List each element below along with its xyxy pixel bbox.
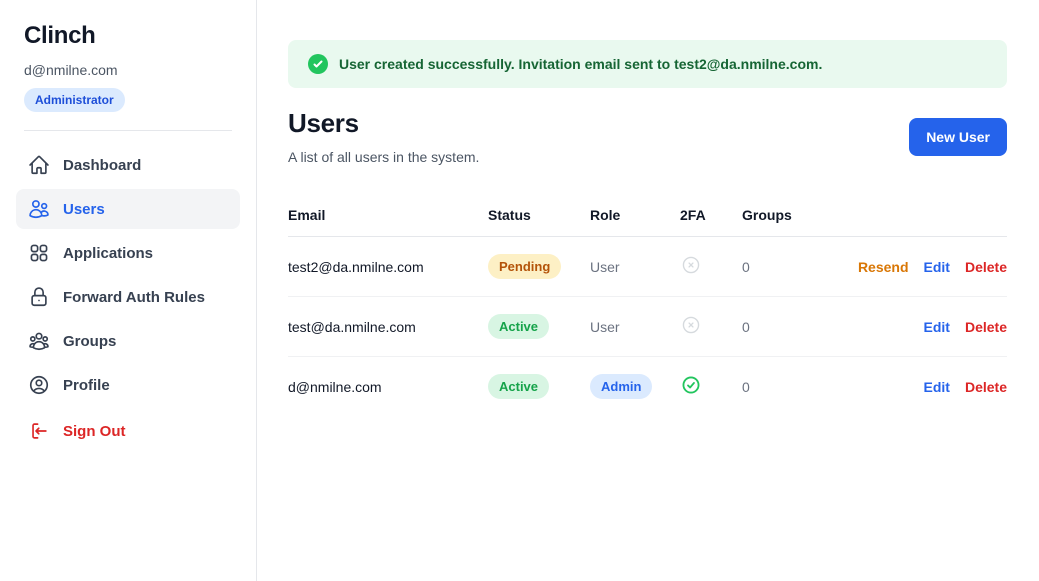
- column-header-2fa: 2FA: [680, 207, 742, 237]
- user-email: test2@da.nmilne.com: [288, 237, 488, 297]
- page-title: Users: [288, 108, 479, 139]
- user-circle-icon: [28, 374, 50, 396]
- sidebar-divider: [24, 130, 232, 131]
- edit-link[interactable]: Edit: [924, 259, 950, 275]
- table-header-row: EmailStatusRole2FAGroups: [288, 207, 1007, 237]
- delete-link[interactable]: Delete: [965, 319, 1007, 335]
- edit-link[interactable]: Edit: [924, 319, 950, 335]
- page-subtitle: A list of all users in the system.: [288, 149, 479, 165]
- logout-icon: [28, 420, 50, 442]
- check-circle-icon: [308, 54, 328, 74]
- sidebar-item-label: Applications: [63, 245, 153, 262]
- home-icon: [28, 154, 50, 176]
- role-text: User: [590, 237, 680, 297]
- table-body: test2@da.nmilne.comPending User 0 Resend Edi…: [288, 237, 1007, 417]
- sidebar-item-label: Forward Auth Rules: [63, 289, 205, 306]
- x-circle-icon: [680, 254, 702, 276]
- sidebar-item-users[interactable]: Users: [16, 189, 240, 229]
- table-row: test@da.nmilne.comActive User 0 Edit Delete: [288, 297, 1007, 357]
- users-icon: [28, 198, 50, 220]
- sidebar-item-sign-out[interactable]: Sign Out: [16, 411, 240, 451]
- sidebar-item-label: Sign Out: [63, 423, 126, 440]
- groups-count: 0: [742, 357, 822, 417]
- column-header-status: Status: [488, 207, 590, 237]
- page-header-text: Users A list of all users in the system.: [288, 108, 479, 165]
- delete-link[interactable]: Delete: [965, 259, 1007, 275]
- table-row: test2@da.nmilne.comPending User 0 Resend Edi…: [288, 237, 1007, 297]
- page-header: Users A list of all users in the system.…: [288, 108, 1007, 165]
- edit-link[interactable]: Edit: [924, 379, 950, 395]
- sidebar: Clinch d@nmilne.com Administrator Dashbo…: [0, 0, 257, 581]
- role-text: User: [590, 297, 680, 357]
- x-circle-icon: [680, 314, 702, 336]
- status-badge: Active: [488, 374, 549, 399]
- sidebar-item-label: Groups: [63, 333, 116, 350]
- account-email: d@nmilne.com: [24, 62, 232, 78]
- sidebar-item-label: Dashboard: [63, 157, 141, 174]
- sidebar-item-profile[interactable]: Profile: [16, 365, 240, 405]
- sidebar-item-dashboard[interactable]: Dashboard: [16, 145, 240, 185]
- sidebar-item-label: Profile: [63, 377, 110, 394]
- users-table: EmailStatusRole2FAGroups test2@da.nmilne…: [288, 207, 1007, 416]
- sidebar-item-applications[interactable]: Applications: [16, 233, 240, 273]
- role-badge: Administrator: [24, 88, 125, 112]
- status-badge: Active: [488, 314, 549, 339]
- status-badge: Pending: [488, 254, 561, 279]
- table-row: d@nmilne.comActive Admin 0 Edit Delete: [288, 357, 1007, 417]
- sidebar-item-label: Users: [63, 201, 105, 218]
- user-email: d@nmilne.com: [288, 357, 488, 417]
- apps-grid-icon: [28, 242, 50, 264]
- column-header-role: Role: [590, 207, 680, 237]
- new-user-button[interactable]: New User: [909, 118, 1007, 156]
- check-circle-icon: [680, 374, 702, 396]
- brand-logo: Clinch: [24, 22, 232, 50]
- app-window: Clinch d@nmilne.com Administrator Dashbo…: [0, 0, 1039, 581]
- groups-count: 0: [742, 297, 822, 357]
- groups-count: 0: [742, 237, 822, 297]
- main-content: User created successfully. Invitation em…: [257, 0, 1039, 581]
- resend-link[interactable]: Resend: [858, 259, 909, 275]
- sidebar-item-forward-auth-rules[interactable]: Forward Auth Rules: [16, 277, 240, 317]
- column-header-groups: Groups: [742, 207, 822, 237]
- column-header-email: Email: [288, 207, 488, 237]
- role-badge: Admin: [590, 374, 652, 399]
- user-group-icon: [28, 330, 50, 352]
- banner-message: User created successfully. Invitation em…: [339, 56, 822, 72]
- lock-icon: [28, 286, 50, 308]
- column-header-actions: [822, 207, 1007, 237]
- user-email: test@da.nmilne.com: [288, 297, 488, 357]
- sidebar-nav: Dashboard Users Applications Forward Auth R…: [16, 145, 240, 451]
- delete-link[interactable]: Delete: [965, 379, 1007, 395]
- success-banner: User created successfully. Invitation em…: [288, 40, 1007, 88]
- sidebar-item-groups[interactable]: Groups: [16, 321, 240, 361]
